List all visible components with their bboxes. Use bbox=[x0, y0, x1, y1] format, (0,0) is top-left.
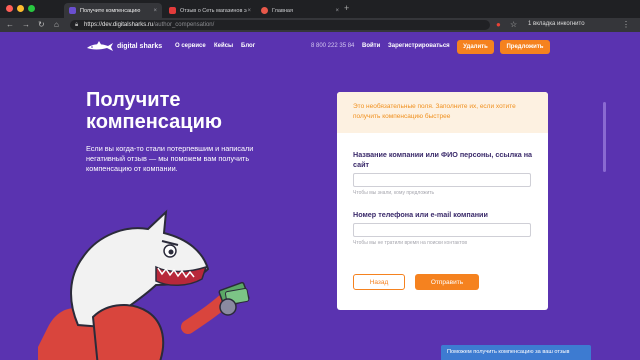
browser-window: Получите компенсацию × Отзыв о Сеть мага… bbox=[0, 0, 640, 360]
tab-title: Получите компенсацию bbox=[80, 7, 141, 14]
menu-dots-icon[interactable]: ⋮ bbox=[622, 20, 630, 29]
shark-logo-icon bbox=[87, 41, 113, 51]
maximize-window-button[interactable] bbox=[28, 5, 35, 12]
nav-cases[interactable]: Кейсы bbox=[214, 43, 233, 49]
forward-arrow-icon[interactable]: → bbox=[22, 20, 30, 29]
contact-field-hint: Чтобы мы не тратили время на поиски конт… bbox=[353, 240, 468, 246]
chat-widget[interactable]: Поможем получить компенсацию за ваш отзы… bbox=[441, 345, 591, 360]
delete-review-button[interactable]: Удалить bbox=[457, 40, 494, 54]
nav-register[interactable]: Зарегистрироваться bbox=[388, 43, 450, 49]
company-field[interactable] bbox=[353, 173, 531, 187]
phone-number[interactable]: 8 800 222 35 84 bbox=[311, 43, 354, 49]
nav-blog[interactable]: Блог bbox=[241, 43, 255, 49]
company-field-hint: Чтобы мы знали, кому предложить bbox=[353, 190, 435, 196]
logo-text: digital sharks bbox=[117, 43, 163, 50]
submit-button[interactable]: Отправить bbox=[415, 274, 479, 290]
close-tab-icon[interactable]: × bbox=[247, 8, 251, 14]
tab-favicon-icon bbox=[169, 7, 176, 14]
back-button[interactable]: Назад bbox=[353, 274, 405, 290]
close-tab-icon[interactable]: × bbox=[153, 8, 157, 14]
page: digital sharks О сервисе Кейсы Блог Войт… bbox=[0, 32, 640, 360]
close-tab-icon[interactable]: × bbox=[335, 8, 339, 14]
window-controls bbox=[6, 5, 35, 12]
contact-field[interactable] bbox=[353, 223, 531, 237]
offer-button[interactable]: Предложить bbox=[500, 40, 550, 54]
contact-field-label: Номер телефона или e-mail компании bbox=[353, 210, 488, 219]
close-window-button[interactable] bbox=[6, 5, 13, 12]
nav-about[interactable]: О сервисе bbox=[175, 43, 206, 49]
incognito-indicator[interactable]: 1 вкладка инкогнито bbox=[528, 21, 585, 27]
tab-favicon-icon bbox=[69, 7, 76, 14]
compensation-form: Это необязательные поля. Заполните их, е… bbox=[337, 92, 548, 310]
minimize-window-button[interactable] bbox=[17, 5, 24, 12]
lock-icon: 🔒︎ bbox=[75, 22, 79, 28]
nav-login[interactable]: Войти bbox=[362, 43, 380, 49]
shark-mascot-illustration bbox=[38, 209, 250, 360]
tab-bar: Получите компенсацию × Отзыв о Сеть мага… bbox=[0, 0, 640, 18]
logo[interactable]: digital sharks bbox=[86, 41, 162, 52]
url-domain: https://dev.digitalsharks.ru bbox=[84, 22, 154, 28]
tab-title: Отзыв о Сеть магазинов эл... bbox=[180, 7, 248, 14]
tab-review[interactable]: Отзыв о Сеть магазинов эл... × bbox=[164, 3, 256, 18]
tab-home[interactable]: Главная × bbox=[256, 3, 344, 18]
star-icon[interactable]: ☆ bbox=[510, 20, 517, 29]
url-path: /author_compensation/ bbox=[153, 22, 215, 28]
scrollbar[interactable] bbox=[603, 102, 606, 172]
address-bar[interactable]: 🔒︎ https://dev.digitalsharks.ru/author_c… bbox=[70, 20, 490, 30]
optional-fields-note: Это необязательные поля. Заполните их, е… bbox=[337, 92, 548, 133]
hero-description: Если вы когда-то стали потерпевшим и нап… bbox=[86, 144, 254, 173]
company-field-label: Название компании или ФИО персоны, ссылк… bbox=[353, 150, 533, 169]
back-arrow-icon[interactable]: ← bbox=[6, 20, 14, 29]
tab-favicon-icon bbox=[261, 7, 268, 14]
extension-icon[interactable]: ● bbox=[496, 20, 501, 29]
site-header: digital sharks О сервисе Кейсы Блог Войт… bbox=[0, 32, 640, 60]
reload-icon[interactable]: ↻ bbox=[38, 20, 45, 29]
tab-title: Главная bbox=[272, 7, 293, 14]
toolbar: ← → ↻ ⌂ 🔒︎ https://dev.digitalsharks.ru/… bbox=[0, 18, 640, 32]
page-title: Получите компенсацию bbox=[86, 89, 222, 133]
tab-compensation[interactable]: Получите компенсацию × bbox=[64, 3, 162, 18]
new-tab-icon[interactable]: + bbox=[344, 3, 349, 13]
home-icon[interactable]: ⌂ bbox=[54, 20, 59, 29]
